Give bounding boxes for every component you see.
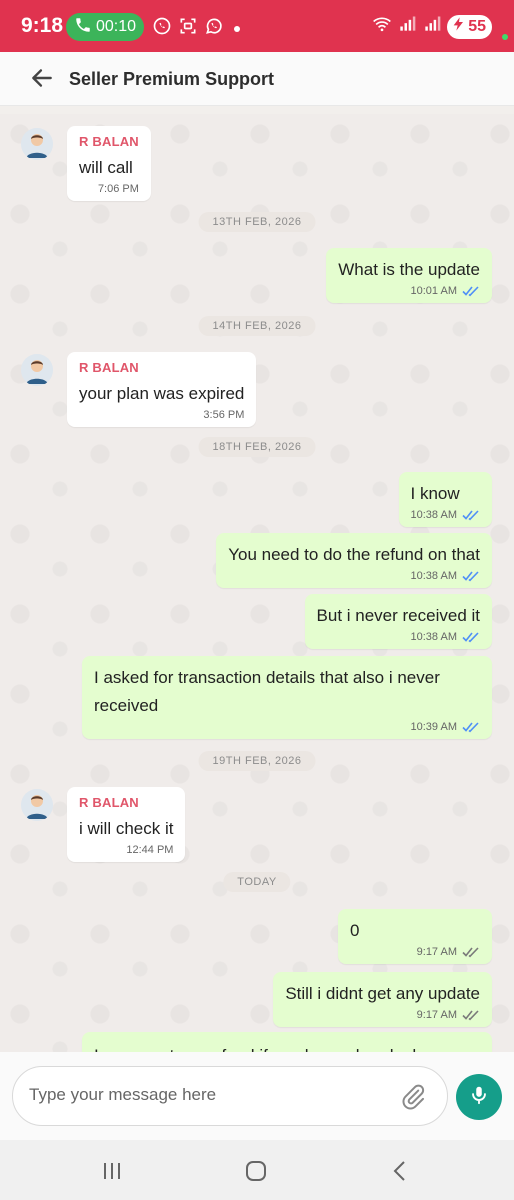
avatar[interactable] (21, 354, 53, 386)
privacy-indicator-dot (502, 34, 508, 40)
home-icon[interactable] (243, 1158, 269, 1184)
outgoing-message[interactable]: You need to do the refund on that 10:38 … (216, 533, 492, 588)
message-input-container[interactable] (12, 1066, 448, 1126)
page-title: Seller Premium Support (69, 69, 275, 89)
back-button[interactable] (26, 64, 58, 96)
outgoing-message[interactable]: What is the update 10:01 AM (326, 248, 492, 303)
sender-name: R BALAN (79, 795, 139, 810)
sender-name: R BALAN (79, 134, 139, 149)
notification-icons (152, 16, 240, 41)
viber-icon (152, 16, 172, 41)
microphone-icon (468, 1084, 490, 1111)
date-separator: 13TH FEB, 2026 (198, 212, 316, 232)
chat-header: Seller Premium Support (0, 52, 514, 106)
read-receipt-icon (462, 721, 480, 733)
date-separator: TODAY (223, 872, 291, 892)
message-text: What is the update (338, 260, 480, 279)
ongoing-call-chip[interactable]: 00:10 (66, 13, 144, 41)
message-time: 9:17 AM (416, 1009, 457, 1021)
status-time: 9:18 (21, 14, 64, 37)
recent-apps-icon[interactable] (99, 1158, 125, 1184)
message-list[interactable]: R BALAN will call 7:06 PM 13TH FEB, 2026… (0, 114, 514, 1052)
outgoing-message[interactable]: Still i didnt get any update 9:17 AM (273, 972, 492, 1027)
message-composer (0, 1052, 514, 1140)
more-notifications-dot (234, 25, 240, 32)
delivered-receipt-icon (462, 1009, 480, 1021)
battery-percent: 55 (468, 17, 486, 35)
back-nav-icon[interactable] (387, 1158, 413, 1184)
message-time: 10:38 AM (410, 570, 457, 582)
phone-icon (74, 16, 92, 39)
avatar[interactable] (21, 128, 53, 160)
signal-strength-icon-2 (422, 14, 442, 39)
message-time: 7:06 PM (97, 183, 139, 195)
whatsapp-icon (204, 16, 224, 41)
system-nav-bar (0, 1140, 514, 1200)
message-text: will call (79, 158, 133, 177)
message-time: 10:39 AM (410, 721, 457, 733)
message-text: Still i didnt get any update (285, 984, 480, 1003)
outgoing-message[interactable]: I asked for transaction details that als… (82, 656, 492, 739)
screenshot-icon (178, 16, 198, 41)
message-text: your plan was expired (79, 384, 245, 403)
incoming-message[interactable]: R BALAN i will check it 12:44 PM (67, 787, 186, 862)
call-timer: 00:10 (96, 18, 137, 35)
message-time: 3:56 PM (203, 409, 245, 421)
message-time: 9:17 AM (416, 946, 457, 958)
signal-strength-icon (397, 14, 417, 39)
status-bar: 9:18 00:10 55 (0, 0, 514, 52)
message-text: i will check it (79, 819, 174, 838)
charging-bolt-icon (451, 16, 467, 37)
message-text: But i never received it (316, 606, 480, 625)
read-receipt-icon (462, 509, 480, 521)
delivered-receipt-icon (462, 946, 480, 958)
avatar[interactable] (21, 789, 53, 821)
message-text: I asked for transaction details that als… (94, 668, 440, 715)
outgoing-message[interactable]: I never got my refund if you have alread… (82, 1032, 492, 1052)
message-text: I never got my refund if you have alread… (94, 1042, 480, 1052)
read-receipt-icon (462, 570, 480, 582)
message-text: I know (410, 484, 460, 503)
outgoing-message[interactable]: I know 10:38 AM (398, 472, 492, 527)
outgoing-message[interactable]: But i never received it 10:38 AM (304, 594, 492, 649)
message-time: 10:38 AM (410, 509, 457, 521)
read-receipt-icon (462, 631, 480, 643)
battery-indicator: 55 (447, 14, 492, 39)
message-input[interactable] (29, 1085, 389, 1105)
message-text: 0 (350, 921, 360, 940)
message-text: You need to do the refund on that (228, 545, 480, 564)
voice-record-button[interactable] (456, 1074, 502, 1120)
paperclip-icon[interactable] (399, 1083, 427, 1111)
wifi-icon (372, 14, 392, 39)
outgoing-message[interactable]: 0 9:17 AM (338, 909, 492, 964)
read-receipt-icon (462, 285, 480, 297)
incoming-message[interactable]: R BALAN will call 7:06 PM (67, 126, 151, 201)
date-separator: 14TH FEB, 2026 (198, 316, 316, 336)
system-indicators: 55 (372, 14, 492, 39)
message-time: 12:44 PM (126, 844, 174, 856)
sender-name: R BALAN (79, 360, 139, 375)
arrow-left-icon (29, 65, 55, 96)
message-time: 10:01 AM (410, 285, 457, 297)
message-time: 10:38 AM (410, 631, 457, 643)
date-separator: 18TH FEB, 2026 (198, 437, 316, 457)
incoming-message[interactable]: R BALAN your plan was expired 3:56 PM (67, 352, 257, 427)
date-separator: 19TH FEB, 2026 (198, 751, 316, 771)
